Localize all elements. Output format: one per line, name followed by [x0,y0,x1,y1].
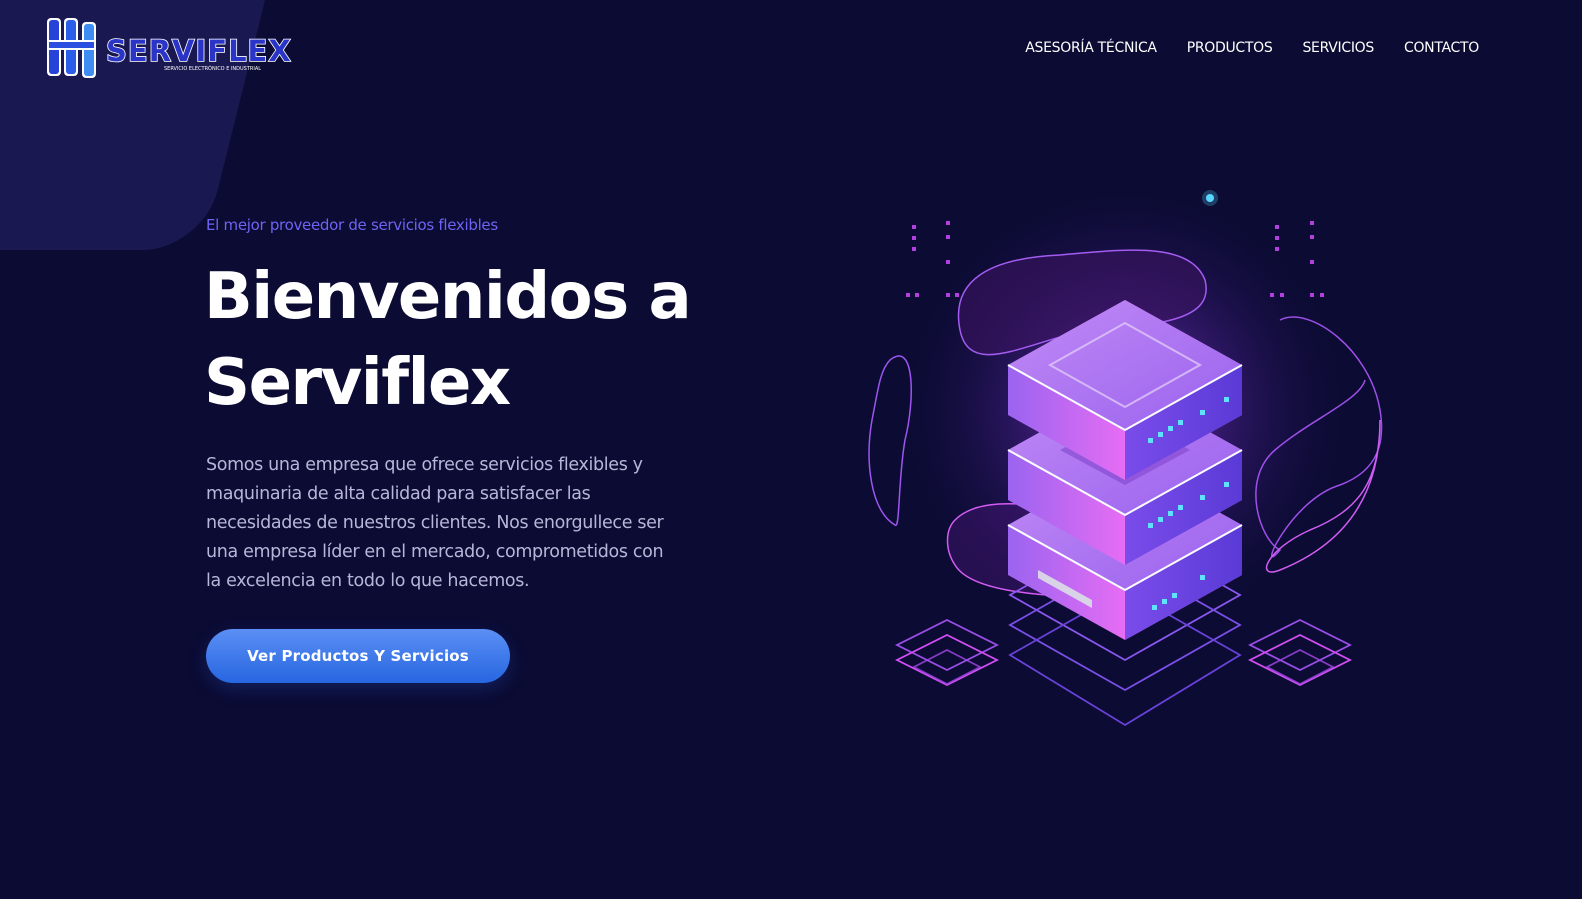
serviflex-logo[interactable]: SERVIFLEX SERVICIO ELECTRÓNICO E INDUSTR… [44,16,316,82]
hero-title-line-1: Bienvenidos a [204,260,692,334]
nav-item-productos[interactable]: PRODUCTOS [1172,38,1288,58]
logo-subtext: SERVICIO ELECTRÓNICO E INDUSTRIAL [164,65,261,72]
main-nav: ASESORÍA TÉCNICA PRODUCTOS SERVICIOS CON… [1010,38,1494,58]
nav-item-asesoria-tecnica[interactable]: ASESORÍA TÉCNICA [1010,38,1171,58]
view-products-services-button[interactable]: Ver Productos Y Servicios [206,629,510,683]
nav-item-contacto[interactable]: CONTACTO [1389,38,1494,58]
logo-wordmark: SERVIFLEX [106,34,292,68]
nav-item-servicios[interactable]: SERVICIOS [1287,38,1389,58]
isometric-server-stack-icon [868,190,1383,727]
hero-description: Somos una empresa que ofrece servicios f… [206,455,664,591]
hero-title: Bienvenidos a Serviflex [204,254,764,426]
logo-mark-icon [47,18,96,78]
hero-tagline: El mejor proveedor de servicios flexible… [206,216,498,234]
page: SERVIFLEX SERVICIO ELECTRÓNICO E INDUSTR… [0,0,1582,899]
hero-title-line-2: Serviflex [204,346,511,420]
